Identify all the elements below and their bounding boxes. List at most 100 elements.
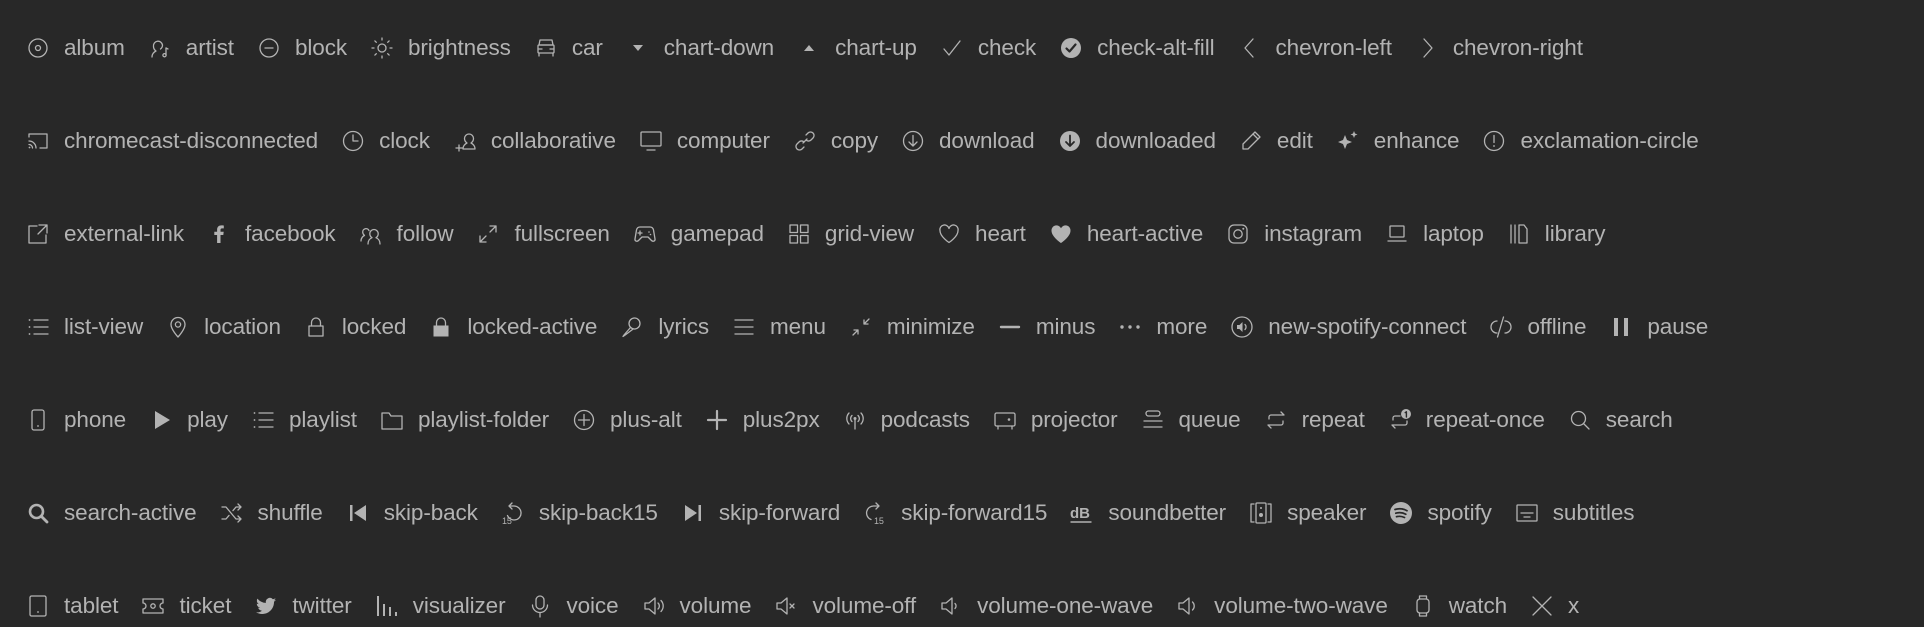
chart-down-icon xyxy=(626,36,650,60)
icon-item-twitter[interactable]: twitter xyxy=(254,584,352,627)
icon-item-playlist[interactable]: playlist xyxy=(251,398,357,441)
icon-item-spotify[interactable]: spotify xyxy=(1389,491,1492,534)
icon-item-heart[interactable]: heart xyxy=(937,212,1026,255)
icon-item-podcasts[interactable]: podcasts xyxy=(843,398,970,441)
icon-item-album[interactable]: album xyxy=(26,26,125,69)
icon-item-repeat-once[interactable]: repeat-once xyxy=(1388,398,1545,441)
icon-item-volume-two-wave[interactable]: volume-two-wave xyxy=(1176,584,1388,627)
icon-item-volume-one-wave[interactable]: volume-one-wave xyxy=(939,584,1153,627)
icon-item-chart-up[interactable]: chart-up xyxy=(797,26,917,69)
icon-item-external-link[interactable]: external-link xyxy=(26,212,184,255)
spotify-icon xyxy=(1389,501,1413,525)
chart-up-icon xyxy=(797,36,821,60)
icon-item-collaborative[interactable]: collaborative xyxy=(453,119,616,162)
icon-item-more[interactable]: more xyxy=(1118,305,1207,348)
icon-item-chevron-left[interactable]: chevron-left xyxy=(1238,26,1392,69)
icon-label: external-link xyxy=(64,220,185,246)
icon-item-phone[interactable]: phone xyxy=(26,398,126,441)
icon-label: minimize xyxy=(886,313,975,339)
icon-item-library[interactable]: library xyxy=(1507,212,1605,255)
icon-item-subtitles[interactable]: subtitles xyxy=(1515,491,1635,534)
icon-item-fullscreen[interactable]: fullscreen xyxy=(476,212,610,255)
icon-item-plus-alt[interactable]: plus-alt xyxy=(572,398,682,441)
icon-item-download[interactable]: download xyxy=(901,119,1035,162)
icon-item-menu[interactable]: menu xyxy=(732,305,826,348)
queue-icon xyxy=(1141,408,1165,432)
icon-item-locked[interactable]: locked xyxy=(304,305,406,348)
icon-item-artist[interactable]: artist xyxy=(148,26,234,69)
watch-icon xyxy=(1411,594,1435,618)
icon-item-playlist-folder[interactable]: playlist-folder xyxy=(380,398,549,441)
icon-item-chevron-right[interactable]: chevron-right xyxy=(1415,26,1583,69)
icon-item-projector[interactable]: projector xyxy=(993,398,1118,441)
icon-item-queue[interactable]: queue xyxy=(1141,398,1241,441)
icon-item-list-view[interactable]: list-view xyxy=(26,305,143,348)
icon-item-skip-back15[interactable]: 15 skip-back15 xyxy=(501,491,658,534)
locked-active-icon xyxy=(429,315,453,339)
icon-item-tablet[interactable]: tablet xyxy=(26,584,119,627)
icon-item-search[interactable]: search xyxy=(1568,398,1673,441)
icon-item-repeat[interactable]: repeat xyxy=(1264,398,1365,441)
icon-item-locked-active[interactable]: locked-active xyxy=(429,305,597,348)
icon-item-car[interactable]: car xyxy=(534,26,603,69)
heart-active-icon xyxy=(1049,222,1073,246)
enhance-icon xyxy=(1336,129,1360,153)
icon-item-offline[interactable]: offline xyxy=(1489,305,1586,348)
icon-item-chart-down[interactable]: chart-down xyxy=(626,26,774,69)
icon-item-exclamation-circle[interactable]: exclamation-circle xyxy=(1482,119,1699,162)
icon-label: volume-off xyxy=(812,592,917,618)
icon-item-play[interactable]: play xyxy=(149,398,228,441)
icon-label: queue xyxy=(1178,406,1241,432)
icon-item-laptop[interactable]: laptop xyxy=(1385,212,1484,255)
icon-item-shuffle[interactable]: shuffle xyxy=(220,491,323,534)
icon-label: edit xyxy=(1276,127,1313,153)
icon-item-lyrics[interactable]: lyrics xyxy=(620,305,709,348)
icon-item-volume-off[interactable]: volume-off xyxy=(774,584,916,627)
icon-label: location xyxy=(204,313,281,339)
icon-item-computer[interactable]: computer xyxy=(639,119,770,162)
icon-item-new-spotify-connect[interactable]: new-spotify-connect xyxy=(1230,305,1467,348)
icon-item-minus[interactable]: minus xyxy=(998,305,1095,348)
icon-label: volume xyxy=(679,592,752,618)
icon-item-skip-forward[interactable]: skip-forward xyxy=(681,491,840,534)
icon-item-watch[interactable]: watch xyxy=(1411,584,1507,627)
icon-item-voice[interactable]: voice xyxy=(528,584,619,627)
icon-item-skip-forward15[interactable]: 15 skip-forward15 xyxy=(863,491,1047,534)
icon-item-gamepad[interactable]: gamepad xyxy=(633,212,764,255)
icon-item-x[interactable]: x xyxy=(1530,584,1579,627)
chevron-right-icon xyxy=(1415,36,1439,60)
icon-item-heart-active[interactable]: heart-active xyxy=(1049,212,1203,255)
icon-label: voice xyxy=(566,592,619,618)
icon-item-soundbetter[interactable]: dB soundbetter xyxy=(1070,491,1226,534)
icon-item-speaker[interactable]: speaker xyxy=(1249,491,1367,534)
icon-item-check[interactable]: check xyxy=(940,26,1036,69)
icon-item-location[interactable]: location xyxy=(166,305,281,348)
projector-icon xyxy=(993,408,1017,432)
icon-item-ticket[interactable]: ticket xyxy=(141,584,231,627)
icon-item-copy[interactable]: copy xyxy=(793,119,878,162)
icon-item-pause[interactable]: pause xyxy=(1609,305,1708,348)
icon-item-downloaded[interactable]: downloaded xyxy=(1058,119,1216,162)
icon-label: plus-alt xyxy=(610,406,682,432)
icon-item-check-alt-fill[interactable]: check-alt-fill xyxy=(1059,26,1215,69)
icon-item-block[interactable]: block xyxy=(257,26,347,69)
icon-item-instagram[interactable]: instagram xyxy=(1226,212,1362,255)
icon-item-plus2px[interactable]: plus2px xyxy=(705,398,820,441)
location-icon xyxy=(166,315,190,339)
icon-item-follow[interactable]: follow xyxy=(359,212,454,255)
icon-item-clock[interactable]: clock xyxy=(341,119,430,162)
icon-item-grid-view[interactable]: grid-view xyxy=(787,212,914,255)
artist-icon xyxy=(148,36,172,60)
icon-item-visualizer[interactable]: visualizer xyxy=(375,584,506,627)
volume-off-icon xyxy=(774,594,798,618)
icon-item-search-active[interactable]: search-active xyxy=(26,491,197,534)
icon-item-chromecast-disconnected[interactable]: chromecast-disconnected xyxy=(26,119,318,162)
icon-item-enhance[interactable]: enhance xyxy=(1336,119,1460,162)
icon-item-brightness[interactable]: brightness xyxy=(370,26,511,69)
icon-item-minimize[interactable]: minimize xyxy=(849,305,975,348)
icon-item-volume[interactable]: volume xyxy=(642,584,752,627)
plus2px-icon xyxy=(705,408,729,432)
icon-item-edit[interactable]: edit xyxy=(1239,119,1313,162)
icon-item-facebook[interactable]: facebook xyxy=(207,212,336,255)
icon-item-skip-back[interactable]: skip-back xyxy=(346,491,478,534)
